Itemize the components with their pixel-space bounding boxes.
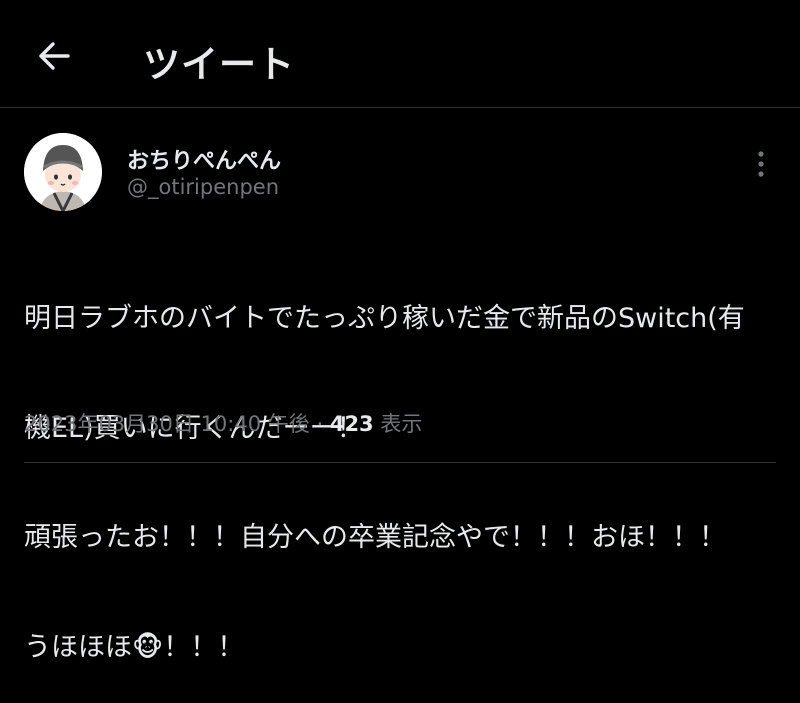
top-bar: ツイート xyxy=(0,0,800,108)
views-label: 表示 xyxy=(380,412,423,436)
author-handle[interactable]: @_otiripenpen xyxy=(127,175,279,199)
tweet-text-line: 明日ラブホのバイトでたっぷり稼いだ金で新品のSwitch(有 xyxy=(24,303,745,334)
meta-separator: · xyxy=(316,412,324,436)
back-button[interactable] xyxy=(30,32,78,80)
more-options-button[interactable] xyxy=(745,148,777,180)
divider xyxy=(24,462,776,463)
tweet-timestamp[interactable]: 2023年03月30日 10:40 午後 xyxy=(24,412,310,436)
vertical-ellipsis-icon xyxy=(758,151,764,177)
tweet-meta: 2023年03月30日 10:40 午後 · 423 表示 xyxy=(24,408,422,438)
arrow-left-icon xyxy=(39,42,70,70)
page-title: ツイート xyxy=(143,43,295,86)
tweet-text-line: 頑張ったお！！！自分への卒業記念やで！！！おほ！！！ xyxy=(24,522,726,553)
tweet-text: 明日ラブホのバイトでたっぷり稼いだ金で新品のSwitch(有 機EL)買いに行く… xyxy=(24,228,784,703)
author-display-name[interactable]: おちりぺんぺん xyxy=(127,143,281,175)
cartoon-character-avatar xyxy=(24,133,102,211)
tweet-text-line: うほほほ🐵！！！ xyxy=(24,631,245,663)
avatar[interactable] xyxy=(24,133,102,211)
views-count[interactable]: 423 xyxy=(330,412,374,436)
